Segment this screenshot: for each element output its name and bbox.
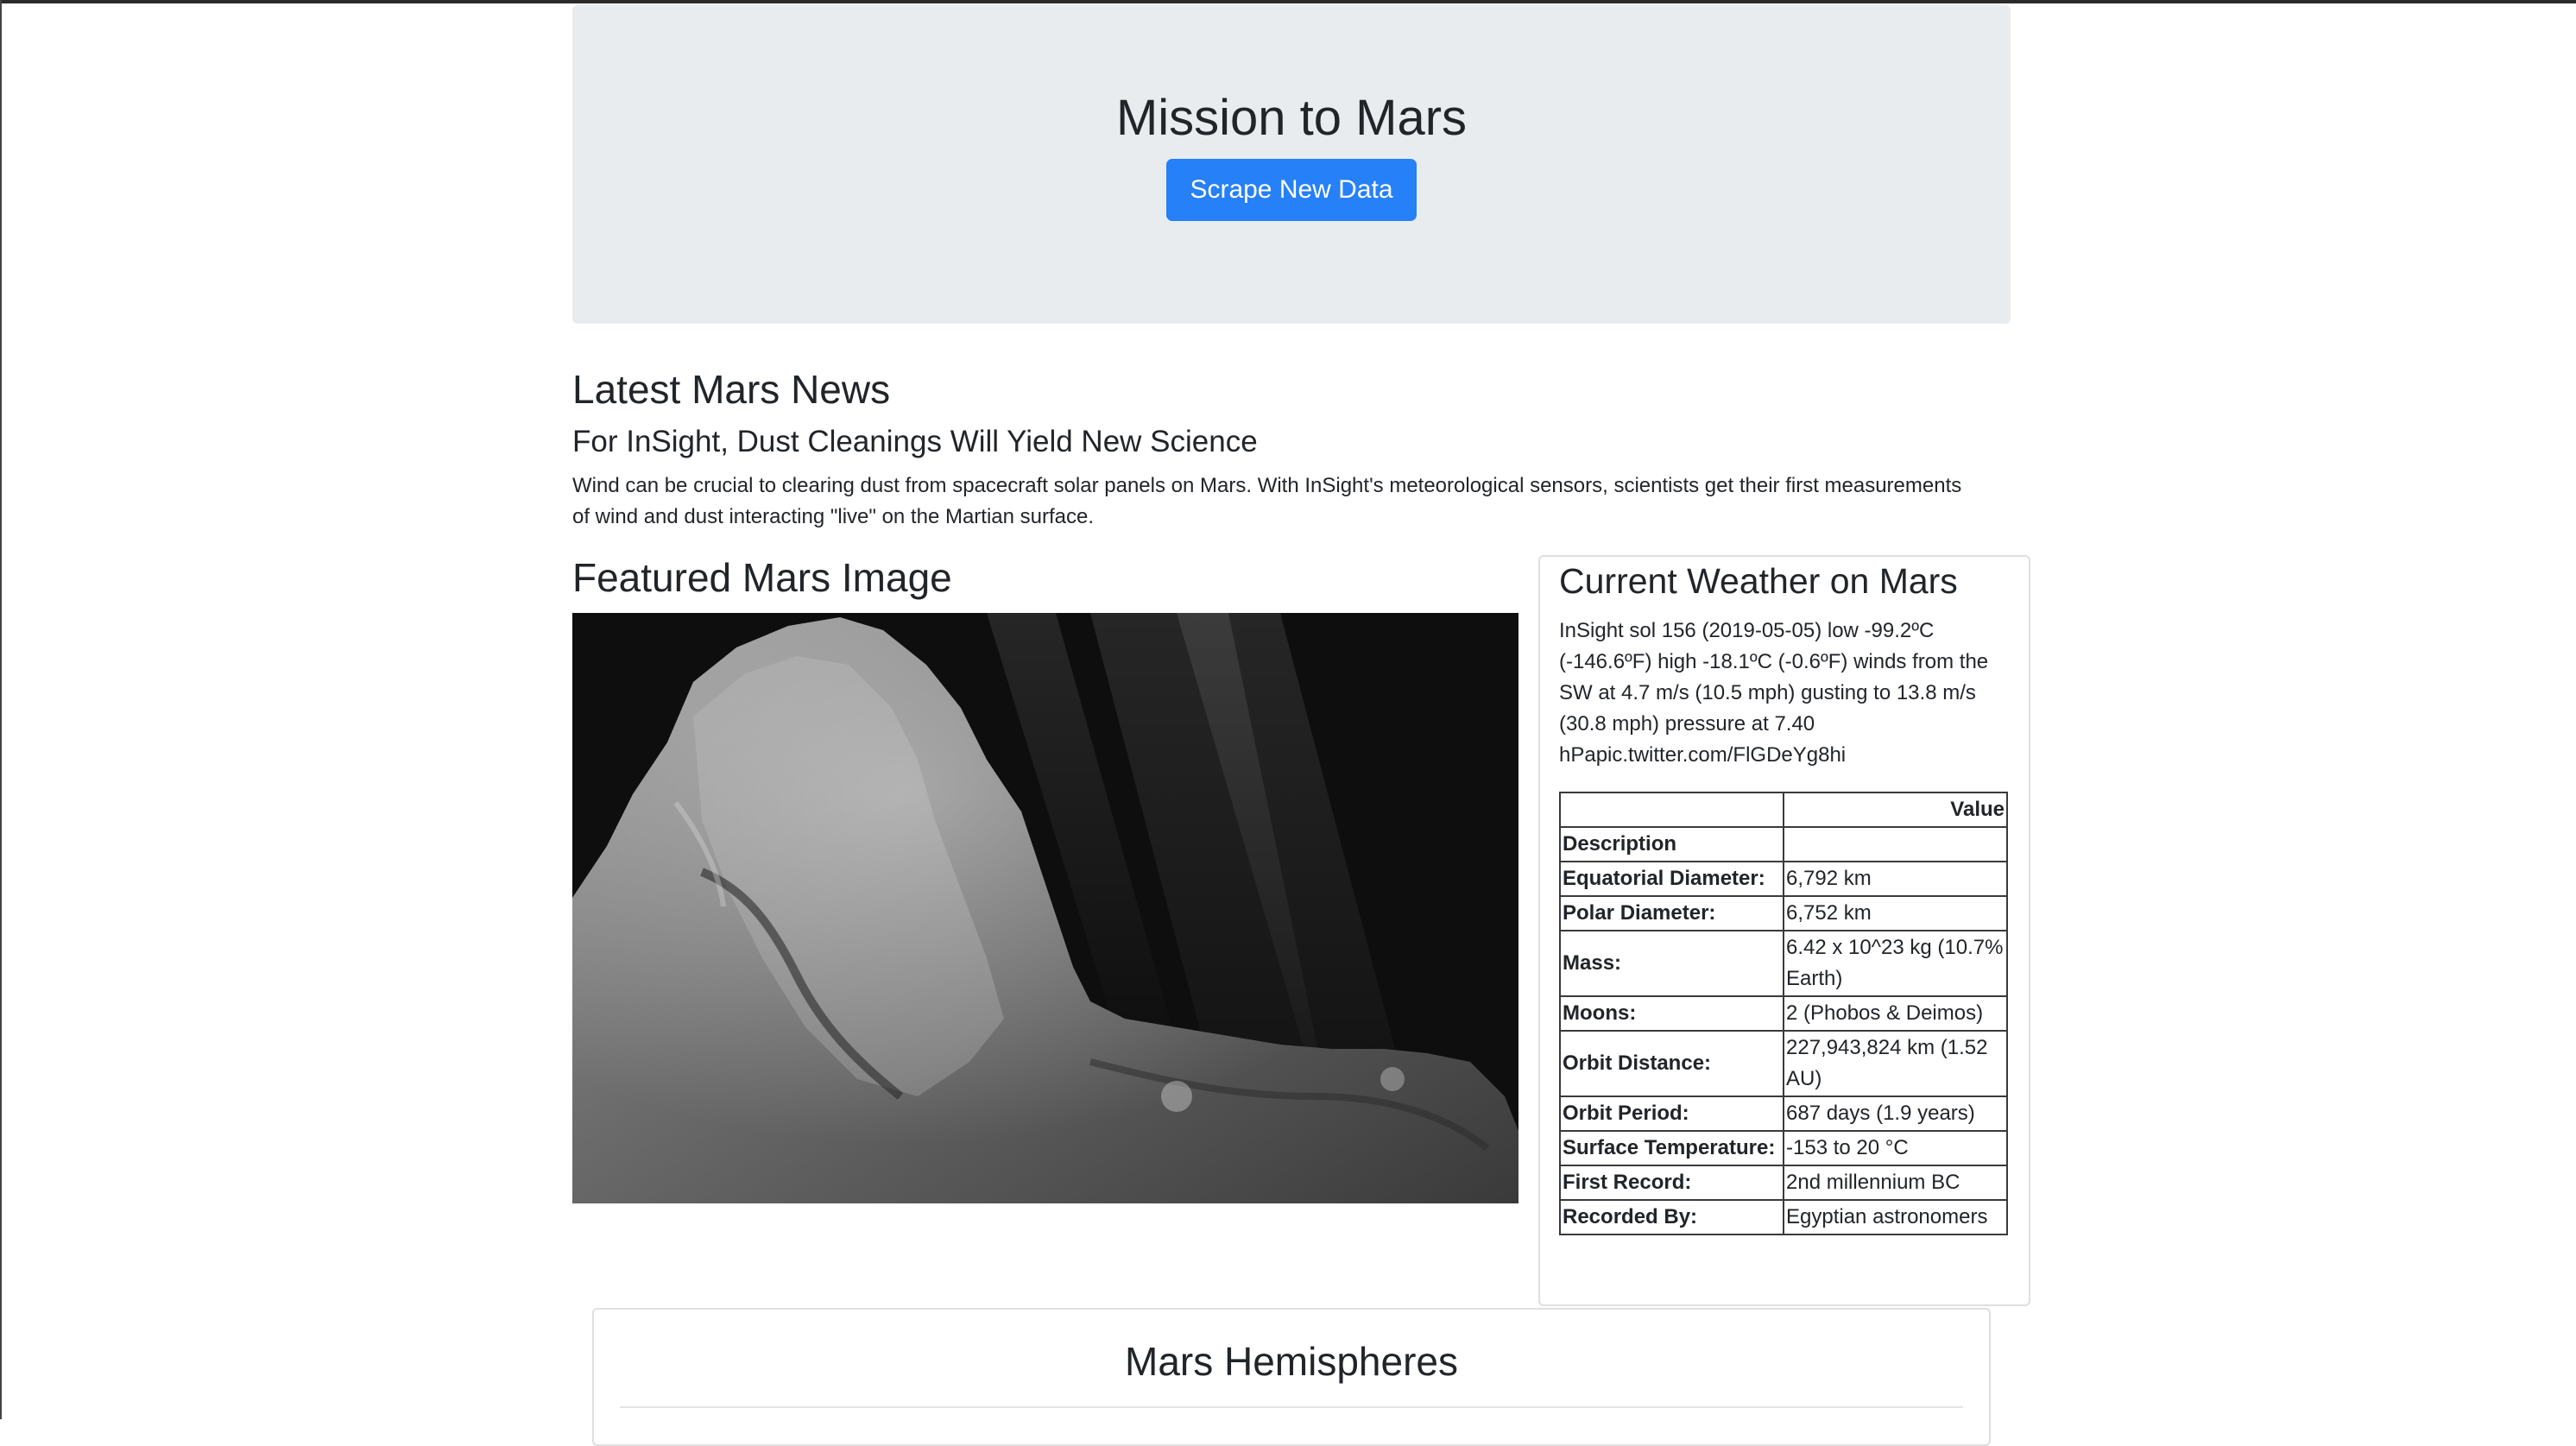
fact-value — [1783, 826, 2008, 862]
hemispheres-card: Mars Hemispheres — [592, 1308, 1991, 1446]
table-row: Polar Diameter: 6,752 km — [1559, 895, 2008, 931]
facts-table-header-row: Value — [1559, 792, 2008, 828]
fact-value: 2nd millennium BC — [1783, 1165, 2008, 1201]
fact-label: Description — [1559, 826, 1784, 862]
facts-header-blank — [1559, 792, 1784, 828]
fact-value: 6,752 km — [1783, 895, 2008, 931]
table-row: Mass: 6.42 x 10^23 kg (10.7% Earth) — [1559, 930, 2008, 997]
hemispheres-divider — [620, 1406, 1963, 1408]
window-left-border — [0, 0, 2, 1419]
jumbotron-header: Mission to Mars Scrape New Data — [572, 5, 2011, 324]
fact-label: Polar Diameter: — [1559, 895, 1784, 931]
page-title: Mission to Mars — [1115, 90, 1468, 146]
facts-header-value: Value — [1783, 792, 2008, 828]
fact-label: Orbit Distance: — [1559, 1030, 1784, 1097]
featured-mars-image — [572, 613, 1518, 1203]
weather-report-text: InSight sol 156 (2019-05-05) low -99.2ºC… — [1559, 619, 1989, 767]
weather-heading: Current Weather on Mars — [1559, 561, 1958, 601]
table-row: Moons: 2 (Phobos & Deimos) — [1559, 995, 2008, 1032]
mars-facts-table: Value Description Equatorial Diameter: 6… — [1559, 792, 2008, 1235]
fact-label: First Record: — [1559, 1165, 1784, 1201]
hemispheres-heading: Mars Hemispheres — [1125, 1339, 1458, 1384]
latest-news-heading: Latest Mars News — [572, 367, 891, 412]
news-article-paragraph: Wind can be crucial to clearing dust fro… — [572, 474, 1962, 528]
fact-value: 6,792 km — [1783, 861, 2008, 897]
fact-label: Mass: — [1559, 930, 1784, 997]
fact-value: 2 (Phobos & Deimos) — [1783, 995, 2008, 1032]
table-row: First Record: 2nd millennium BC — [1559, 1165, 2008, 1201]
table-row: Orbit Period: 687 days (1.9 years) — [1559, 1096, 2008, 1132]
table-row: Equatorial Diameter: 6,792 km — [1559, 861, 2008, 897]
table-row: Description — [1559, 826, 2008, 862]
window-top-border — [0, 0, 2576, 3]
table-row: Surface Temperature: -153 to 20 °C — [1559, 1130, 2008, 1166]
fact-label: Orbit Period: — [1559, 1096, 1784, 1132]
fact-label: Equatorial Diameter: — [1559, 861, 1784, 897]
fact-label: Surface Temperature: — [1559, 1130, 1784, 1166]
fact-label: Recorded By: — [1559, 1199, 1784, 1235]
fact-value: 687 days (1.9 years) — [1783, 1096, 2008, 1132]
fact-value: 227,943,824 km (1.52 AU) — [1783, 1030, 2008, 1097]
weather-card: Current Weather on Mars InSight sol 156 … — [1538, 555, 2030, 1306]
news-article-title: For InSight, Dust Cleanings Will Yield N… — [572, 425, 1258, 458]
table-row: Orbit Distance: 227,943,824 km (1.52 AU) — [1559, 1030, 2008, 1097]
fact-value: Egyptian astronomers — [1783, 1199, 2008, 1235]
scrape-new-data-button[interactable]: Scrape New Data — [1166, 159, 1417, 221]
featured-image-heading: Featured Mars Image — [572, 555, 952, 600]
fact-value: -153 to 20 °C — [1783, 1130, 2008, 1166]
fact-value: 6.42 x 10^23 kg (10.7% Earth) — [1783, 930, 2008, 997]
fact-label: Moons: — [1559, 995, 1784, 1032]
table-row: Recorded By: Egyptian astronomers — [1559, 1199, 2008, 1235]
comet-photo — [572, 613, 1518, 1203]
